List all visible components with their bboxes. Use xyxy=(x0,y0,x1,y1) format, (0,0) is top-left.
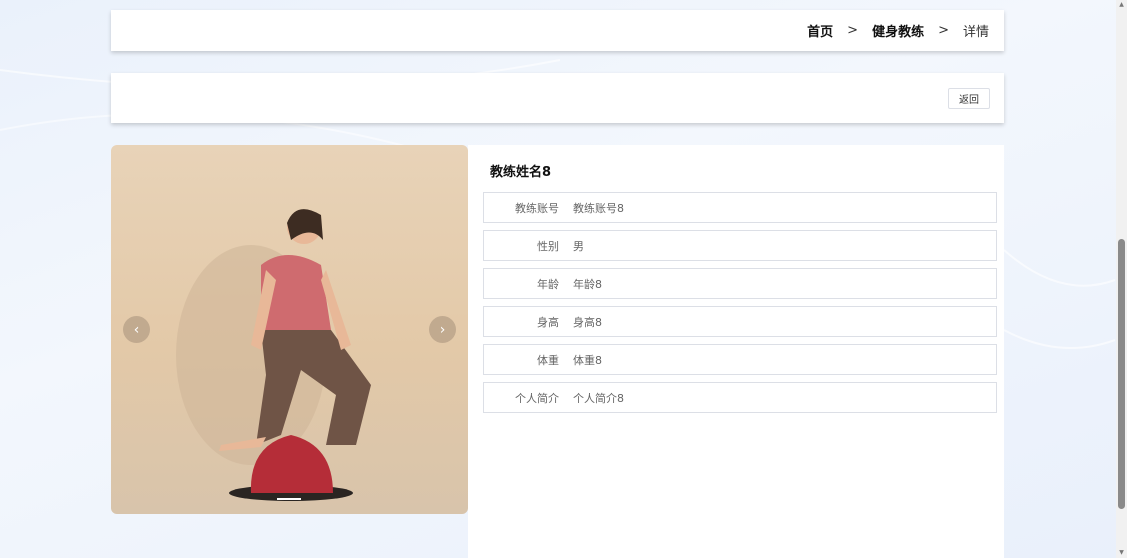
field-row-account: 教练账号 教练账号8 xyxy=(483,192,997,223)
field-value: 身高8 xyxy=(573,315,602,329)
action-bar: 返回 xyxy=(111,73,1004,123)
field-row-bio: 个人简介 个人简介8 xyxy=(483,382,997,413)
field-label: 性别 xyxy=(537,239,559,253)
field-label: 个人简介 xyxy=(515,391,559,405)
scroll-thumb[interactable] xyxy=(1118,239,1125,509)
scroll-up-icon[interactable]: ▲ xyxy=(1118,1,1125,8)
breadcrumb-bar: 首页 > 健身教练 > 详情 xyxy=(111,10,1004,51)
field-row-height: 身高 身高8 xyxy=(483,306,997,337)
breadcrumb-separator: > xyxy=(847,23,859,38)
field-label: 体重 xyxy=(537,353,559,367)
breadcrumb-current: 详情 xyxy=(962,25,989,40)
coach-name-title: 教练姓名8 xyxy=(490,165,552,180)
page-scrollbar[interactable]: ▲ ▼ xyxy=(1116,0,1127,558)
field-value: 男 xyxy=(573,239,584,253)
carousel-next-button[interactable]: › xyxy=(429,316,456,343)
carousel-prev-button[interactable]: ‹ xyxy=(123,316,150,343)
carousel-indicator[interactable] xyxy=(277,498,301,500)
scroll-down-icon[interactable]: ▼ xyxy=(1118,549,1125,556)
back-button[interactable]: 返回 xyxy=(948,88,990,109)
breadcrumb: 首页 > 健身教练 > 详情 xyxy=(793,10,989,51)
field-label: 年龄 xyxy=(537,277,559,291)
field-label: 身高 xyxy=(537,315,559,329)
breadcrumb-home[interactable]: 首页 xyxy=(807,21,833,40)
field-value: 个人简介8 xyxy=(573,391,624,405)
field-label: 教练账号 xyxy=(515,201,559,215)
field-row-gender: 性别 男 xyxy=(483,230,997,261)
field-row-age: 年龄 年龄8 xyxy=(483,268,997,299)
photo-carousel[interactable]: ‹ › xyxy=(111,145,468,514)
coach-photo xyxy=(176,209,371,501)
info-panel: 教练姓名8 教练账号 教练账号8 性别 男 年龄 年龄8 身高 身高8 体重 体… xyxy=(468,145,1004,558)
field-value: 体重8 xyxy=(573,353,602,367)
breadcrumb-section[interactable]: 健身教练 xyxy=(872,21,924,40)
field-value: 年龄8 xyxy=(573,277,602,291)
field-value: 教练账号8 xyxy=(573,201,624,215)
field-row-weight: 体重 体重8 xyxy=(483,344,997,375)
detail-panel: ‹ › 教练姓名8 教练账号 教练账号8 性别 男 年龄 年龄8 身高 身高8 … xyxy=(111,145,1004,558)
breadcrumb-separator: > xyxy=(938,23,949,38)
